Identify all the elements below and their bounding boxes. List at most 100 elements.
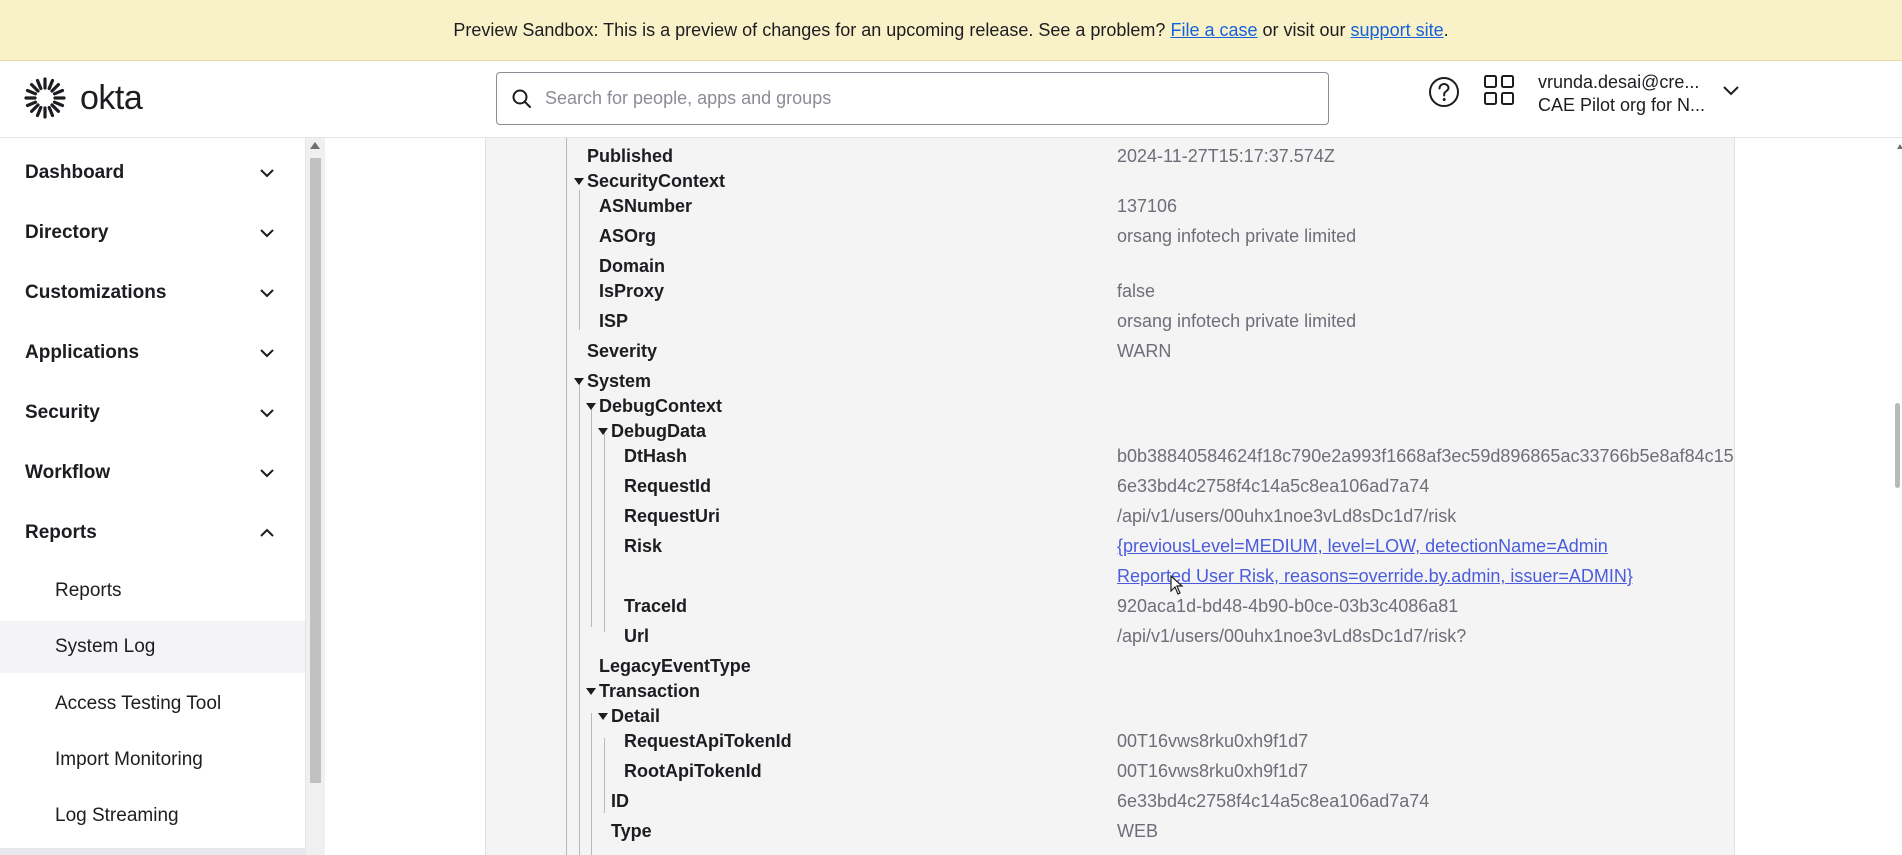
- chevron-down-icon: [260, 409, 274, 418]
- log-val-requestid: 6e33bd4c2758f4c14a5c8ea106ad7a74: [1117, 476, 1430, 496]
- log-key-traceid: TraceId: [624, 596, 688, 616]
- log-val-type: WEB: [1117, 821, 1159, 841]
- okta-sunburst-icon: [24, 77, 66, 119]
- log-val-traceid: 920aca1d-bd48-4b90-b0ce-03b3c4086a81: [1117, 596, 1459, 616]
- tree-guide-line: [579, 382, 580, 855]
- log-key-transaction[interactable]: Transaction: [599, 681, 700, 702]
- caret-down-icon[interactable]: [574, 178, 584, 185]
- log-key-system[interactable]: System: [587, 371, 651, 392]
- sidebar-item-security[interactable]: Security: [0, 383, 305, 443]
- user-menu[interactable]: vrunda.desai@cre... CAE Pilot org for N.…: [1538, 71, 1738, 117]
- log-key-domain: Domain: [599, 256, 666, 276]
- log-key-url: Url: [624, 626, 650, 646]
- sidebar-item-label: Customizations: [25, 282, 167, 303]
- support-site-link[interactable]: support site: [1351, 20, 1444, 41]
- log-key-debugcontext[interactable]: DebugContext: [599, 396, 722, 417]
- tree-guide-line: [591, 407, 592, 627]
- tree-guide-line: [579, 190, 580, 330]
- sidebar-scroll-thumb[interactable]: [310, 158, 321, 783]
- sidebar-bottom-divider: [0, 848, 306, 855]
- sidebar-item-label: Directory: [25, 222, 109, 243]
- search-input[interactable]: [545, 88, 1305, 109]
- log-val-requestapitokenid: 00T16vws8rku0xh9f1d7: [1117, 731, 1309, 751]
- caret-down-icon[interactable]: [586, 403, 596, 410]
- sidebar-nav: Dashboard Directory Customizations Appli…: [0, 138, 306, 855]
- log-val-requesturi: /api/v1/users/00uhx1noe3vLd8sDc1d7/risk: [1117, 506, 1457, 526]
- sidebar-item-reports[interactable]: Reports: [0, 503, 305, 563]
- caret-down-icon[interactable]: [586, 688, 596, 695]
- apps-grid-icon[interactable]: [1483, 74, 1515, 106]
- log-val-published: 2024-11-27T15:17:37.574Z: [1117, 146, 1335, 166]
- caret-down-icon[interactable]: [598, 428, 608, 435]
- chevron-up-icon: [260, 528, 274, 537]
- preview-banner: Preview Sandbox: This is a preview of ch…: [0, 0, 1902, 61]
- top-header: okta vrunda.desai@cre... CAE Pilot org f…: [0, 61, 1902, 138]
- sidebar-subitem-import-monitoring[interactable]: Import Monitoring: [0, 734, 305, 786]
- log-val-asnumber: 137106: [1117, 196, 1178, 216]
- mouse-pointer-icon: [1170, 575, 1184, 595]
- sidebar-item-dashboard[interactable]: Dashboard: [0, 143, 305, 203]
- chevron-down-icon[interactable]: [1722, 85, 1740, 97]
- sidebar-subitem-label: Log Streaming: [55, 805, 179, 826]
- chevron-down-icon: [260, 169, 274, 178]
- main-content: Published 2024-11-27T15:17:37.574Z Secur…: [325, 138, 1902, 855]
- sidebar-item-label: Applications: [25, 342, 140, 363]
- log-key-legacyeventtype: LegacyEventType: [599, 656, 751, 676]
- chevron-down-icon: [260, 289, 274, 298]
- okta-logo[interactable]: okta: [24, 77, 143, 119]
- log-val-risk-line2[interactable]: Reported User Risk, reasons=override.by.…: [1117, 566, 1633, 587]
- log-val-id: 6e33bd4c2758f4c14a5c8ea106ad7a74: [1117, 791, 1430, 811]
- sidebar-subitem-reports[interactable]: Reports: [0, 565, 305, 617]
- user-email: vrunda.desai@cre...: [1538, 72, 1700, 92]
- log-key-risk: Risk: [624, 536, 663, 556]
- log-key-dthash: DtHash: [624, 446, 688, 466]
- sidebar-item-label: Workflow: [25, 462, 111, 483]
- event-detail-panel: Published 2024-11-27T15:17:37.574Z Secur…: [485, 138, 1735, 855]
- sidebar-subitem-log-streaming[interactable]: Log Streaming: [0, 790, 305, 842]
- tree-guide-line: [604, 738, 605, 813]
- page-scrollbar[interactable]: [1893, 138, 1902, 855]
- sidebar-item-workflow[interactable]: Workflow: [0, 443, 305, 503]
- log-key-detail[interactable]: Detail: [611, 706, 660, 727]
- log-val-asorg: orsang infotech private limited: [1117, 226, 1357, 246]
- sidebar-subitem-access-testing-tool[interactable]: Access Testing Tool: [0, 678, 305, 730]
- search-icon: [512, 89, 531, 108]
- log-key-asnumber: ASNumber: [599, 196, 693, 216]
- caret-down-icon[interactable]: [598, 713, 608, 720]
- log-key-rootapitokenid: RootApiTokenId: [624, 761, 762, 781]
- scroll-up-arrow-icon[interactable]: [310, 142, 320, 149]
- file-a-case-link[interactable]: File a case: [1170, 20, 1257, 41]
- sidebar-item-label: Reports: [25, 522, 97, 543]
- log-key-type: Type: [611, 821, 652, 841]
- banner-text: Preview Sandbox: This is a preview of ch…: [453, 19, 1171, 40]
- sidebar-subitem-system-log[interactable]: System Log: [0, 621, 305, 673]
- help-icon[interactable]: [1428, 76, 1460, 108]
- search-box[interactable]: [496, 72, 1329, 125]
- log-val-risk-line1[interactable]: {previousLevel=MEDIUM, level=LOW, detect…: [1117, 536, 1608, 557]
- log-key-isp: ISP: [599, 311, 629, 331]
- tree-guide-line: [566, 138, 567, 855]
- page-scroll-thumb[interactable]: [1895, 403, 1900, 488]
- log-key-debugdata[interactable]: DebugData: [611, 421, 706, 442]
- log-key-published: Published: [587, 146, 674, 166]
- tree-guide-line: [591, 713, 592, 855]
- sidebar-item-applications[interactable]: Applications: [0, 323, 305, 383]
- chevron-down-icon: [260, 229, 274, 238]
- log-key-requesturi: RequestUri: [624, 506, 721, 526]
- sidebar-subitem-label: Import Monitoring: [55, 749, 203, 770]
- banner-text-end: .: [1443, 19, 1449, 40]
- sidebar-scrollbar[interactable]: [306, 138, 325, 855]
- log-key-requestapitokenid: RequestApiTokenId: [624, 731, 792, 751]
- log-val-dthash: b0b38840584624f18c790e2a993f1668af3ec59d…: [1117, 446, 1734, 466]
- banner-text-middle: or visit our: [1257, 19, 1351, 40]
- scroll-up-arrow-icon[interactable]: [1897, 144, 1902, 149]
- chevron-down-icon: [260, 349, 274, 358]
- user-org: CAE Pilot org for N...: [1538, 95, 1706, 115]
- sidebar-item-label: Dashboard: [25, 162, 125, 183]
- log-val-severity: WARN: [1117, 341, 1172, 361]
- sidebar-item-directory[interactable]: Directory: [0, 203, 305, 263]
- sidebar-item-customizations[interactable]: Customizations: [0, 263, 305, 323]
- caret-down-icon[interactable]: [574, 378, 584, 385]
- log-key-securitycontext[interactable]: SecurityContext: [587, 171, 725, 192]
- log-key-severity: Severity: [587, 341, 658, 361]
